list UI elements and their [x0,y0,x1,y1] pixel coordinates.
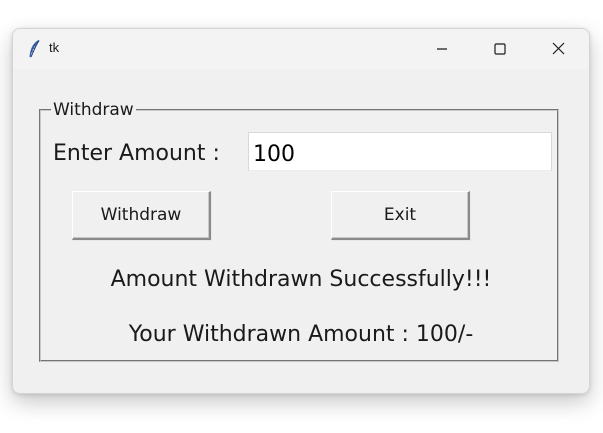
maximize-button[interactable] [477,29,523,69]
group-label: Withdraw [51,99,136,121]
withdraw-button[interactable]: Withdraw [72,191,211,240]
withdrawn-amount-message: Your Withdrawn Amount : 100/- [128,322,474,347]
window-content: Withdraw Enter Amount : Withdraw Exit Am… [13,69,589,393]
feather-icon [27,39,41,59]
minimize-icon [436,40,448,59]
success-message: Amount Withdrawn Successfully!!! [110,267,492,292]
amount-input[interactable] [248,132,552,171]
title-bar[interactable]: tk [13,29,589,69]
close-button[interactable] [535,29,581,69]
exit-button[interactable]: Exit [331,191,470,240]
minimize-button[interactable] [419,29,465,69]
window-title: tk [49,40,60,55]
maximize-icon [494,40,506,59]
app-window: tk Withdraw Enter Amount : Withdraw Exit… [12,28,590,394]
amount-label: Enter Amount : [53,141,220,166]
close-icon [552,40,565,59]
